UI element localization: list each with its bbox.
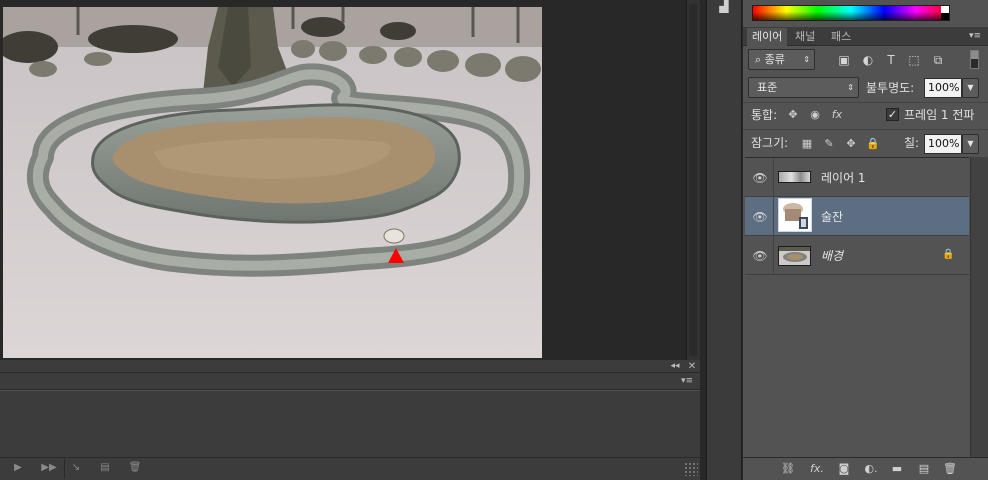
lock-image-icon[interactable]: ✎ xyxy=(821,136,837,152)
lock-label: 잠그기: xyxy=(751,136,789,150)
eye-divider xyxy=(773,197,774,236)
unify-visibility-icon[interactable]: ◉ xyxy=(806,107,824,123)
timeline-tab-bar xyxy=(0,373,700,390)
chevron-updown-icon: ⇕ xyxy=(803,55,810,64)
eye-icon[interactable]: 👁 xyxy=(751,171,769,185)
black-swatch[interactable] xyxy=(941,13,949,20)
layer-name[interactable]: 레이어 1 xyxy=(821,170,866,186)
eye-divider xyxy=(773,236,774,275)
eye-icon[interactable]: 👁 xyxy=(751,210,769,224)
fx-icon[interactable]: fx. xyxy=(808,461,826,476)
document-image[interactable] xyxy=(3,7,542,358)
stone-channel-photo xyxy=(3,7,542,358)
cup-thumbnail xyxy=(779,199,811,231)
lock-all-icon[interactable]: 🔒 xyxy=(865,136,881,152)
opacity-input[interactable]: 100% xyxy=(924,78,962,98)
lock-icon: 🔒 xyxy=(942,249,955,260)
tab-channels[interactable]: 채널 xyxy=(790,28,820,46)
type-filter-icon[interactable]: T xyxy=(883,52,899,68)
play-icon[interactable]: ▶ xyxy=(10,461,26,475)
timeline-frames-area[interactable] xyxy=(0,391,700,457)
unify-label: 통합: xyxy=(751,108,778,122)
panel-menu-icon[interactable]: ▾≡ xyxy=(966,29,984,43)
trash-icon[interactable]: 🗑 xyxy=(127,461,143,475)
image-filter-icon[interactable]: ▣ xyxy=(836,52,852,68)
unify-position-icon[interactable]: ✥ xyxy=(784,107,802,123)
adjustment-filter-icon[interactable]: ◐ xyxy=(860,52,876,68)
eye-icon[interactable]: 👁 xyxy=(751,249,769,263)
add-mask-icon[interactable]: ◙ xyxy=(835,461,853,476)
opacity-label: 불투명도: xyxy=(866,81,915,95)
tab-layers[interactable]: 레이어 xyxy=(747,28,788,46)
background-thumbnail xyxy=(779,247,810,265)
layer-filter-kind[interactable]: ⌕ 종류 ⇕ xyxy=(748,49,815,70)
collapsed-tool-column xyxy=(706,0,742,480)
brush-tool-icon[interactable]: ▟ xyxy=(716,0,732,14)
tab-paths[interactable]: 패스 xyxy=(826,28,856,46)
smart-object-filter-icon[interactable]: ⧉ xyxy=(930,52,946,68)
search-icon: ⌕ xyxy=(755,53,762,66)
fill-label: 칠: xyxy=(904,136,920,150)
lock-transparent-icon[interactable]: ▦ xyxy=(799,136,815,152)
layer-thumbnail xyxy=(778,198,812,232)
layer-list-scrollbar[interactable] xyxy=(970,157,988,457)
tween-icon[interactable]: ↘ xyxy=(68,461,84,475)
propagate-frame-checkbox[interactable]: ✓ xyxy=(886,108,899,121)
lock-position-icon[interactable]: ✥ xyxy=(843,136,859,152)
panel-menu-icon[interactable]: ▾≡ xyxy=(681,375,697,387)
fast-forward-icon[interactable]: ▶▶ xyxy=(38,461,60,475)
propagate-frame-label: 프레임 1 전파 xyxy=(904,108,975,122)
footer-divider xyxy=(64,459,65,478)
filter-kind-label: 종류 xyxy=(764,53,785,66)
adjustment-layer-icon[interactable]: ◐. xyxy=(862,461,880,476)
canvas-scroll-thumb[interactable] xyxy=(689,4,697,356)
trash-icon[interactable]: 🗑 xyxy=(941,461,959,476)
duplicate-frame-icon[interactable]: ▤ xyxy=(97,461,113,475)
layer-name[interactable]: 배경 xyxy=(821,248,843,264)
filter-toggle-knob xyxy=(971,51,978,59)
blend-mode-select[interactable]: 표준 ⇕ xyxy=(748,77,859,98)
fill-input[interactable]: 100% xyxy=(924,134,962,154)
unify-style-icon[interactable]: fx xyxy=(828,107,846,123)
link-layers-icon[interactable]: ⛓ xyxy=(779,461,797,476)
resize-grip[interactable] xyxy=(684,462,698,476)
blend-mode-value: 표준 xyxy=(757,81,778,94)
shape-filter-icon[interactable]: ⬚ xyxy=(906,52,922,68)
chevron-updown-icon: ⇕ xyxy=(847,83,854,92)
layer-thumbnail xyxy=(778,171,811,183)
timeline-title-bar xyxy=(0,360,700,373)
white-swatch[interactable] xyxy=(941,6,949,13)
new-layer-icon[interactable]: ▤ xyxy=(915,461,933,476)
fill-dropdown-button[interactable]: ▼ xyxy=(962,134,979,154)
layer-thumbnail xyxy=(778,246,811,266)
eye-divider xyxy=(773,158,774,197)
color-spectrum-bar[interactable] xyxy=(752,5,950,21)
close-icon[interactable]: ✕ xyxy=(686,361,698,372)
group-folder-icon[interactable]: ▬ xyxy=(888,461,906,476)
layer-name[interactable]: 술잔 xyxy=(821,209,843,225)
double-chevron-left-icon[interactable]: ◂◂ xyxy=(668,361,682,372)
opacity-dropdown-button[interactable]: ▼ xyxy=(962,78,979,98)
